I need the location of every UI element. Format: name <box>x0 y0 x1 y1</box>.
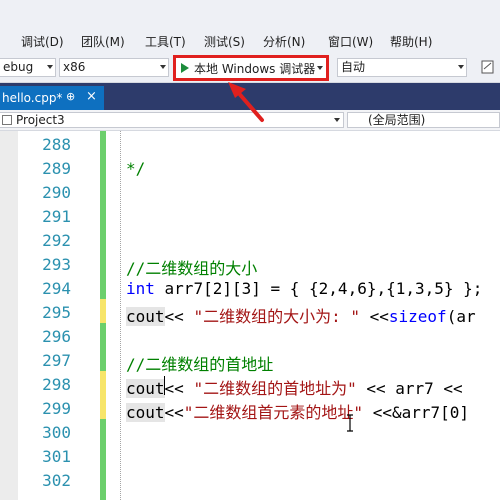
saved-change-bar <box>100 419 106 500</box>
indicator-margin <box>0 131 18 500</box>
play-icon <box>181 63 189 73</box>
platform-value: x86 <box>63 60 86 74</box>
line-number: 302 <box>42 471 71 490</box>
keyword-token: sizeof <box>388 307 447 326</box>
line-number: 298 <box>42 375 71 394</box>
cout-token: cout <box>126 403 165 422</box>
code-editor[interactable]: 288 289 290 291 292 293 294 295 296 297 … <box>0 131 500 500</box>
line-number: 301 <box>42 447 71 466</box>
code-token: arr7[2][3] = { {2,4,6},{1,3,5} }; <box>154 279 483 298</box>
operator-token: << <box>164 403 184 422</box>
comment-token: //二维数组的大小 <box>126 259 258 278</box>
code-token: (ar <box>446 307 476 326</box>
line-number: 297 <box>42 351 71 370</box>
text-cursor <box>164 376 165 395</box>
menu-analyze[interactable]: 分析(N) <box>263 33 305 50</box>
code-line: cout<<"二维数组首元素的地址" <<&arr7[0] <box>126 399 469 423</box>
code-line: */ <box>126 159 145 178</box>
project-combo[interactable]: Project3 <box>0 112 344 128</box>
project-value: Project3 <box>16 113 65 127</box>
solution-config-value: 自动 <box>341 60 366 74</box>
chevron-down-icon[interactable] <box>317 66 323 70</box>
navigation-bar: Project3 (全局范围) <box>0 110 500 131</box>
menu-team[interactable]: 团队(M) <box>81 33 125 50</box>
chevron-down-icon <box>458 65 464 69</box>
line-number: 299 <box>42 399 71 418</box>
chevron-down-icon <box>334 118 340 122</box>
chevron-down-icon <box>160 65 166 69</box>
code-line: cout<< "二维数组的大小为: " <<sizeof(ar <box>126 303 476 327</box>
code-line: //二维数组的大小 <box>126 255 257 279</box>
code-token: <<&arr7[0] <box>363 403 470 422</box>
string-token: "二维数组的首地址为" <box>193 379 357 398</box>
scope-value: (全局范围) <box>368 113 426 127</box>
menu-bar: 调试(D) 团队(M) 工具(T) 测试(S) 分析(N) 窗口(W) 帮助(H… <box>0 0 500 54</box>
project-icon <box>2 115 12 125</box>
menu-window[interactable]: 窗口(W) <box>328 33 373 50</box>
line-number: 289 <box>42 159 71 178</box>
close-icon[interactable]: × <box>86 89 97 104</box>
menu-test[interactable]: 测试(S) <box>204 33 245 50</box>
unsaved-change-bar <box>100 299 106 323</box>
code-token: << arr7 << <box>356 379 463 398</box>
line-number: 292 <box>42 231 71 250</box>
outlining-guide <box>120 131 121 500</box>
operator-token: << <box>359 307 389 326</box>
scope-combo[interactable]: (全局范围) <box>347 112 500 128</box>
operator-token: << <box>164 307 194 326</box>
pin-toolbar-icon[interactable] <box>479 57 497 77</box>
code-line: //二维数组的首地址 <box>126 351 273 375</box>
line-number: 290 <box>42 183 71 202</box>
menu-help[interactable]: 帮助(H) <box>390 33 432 50</box>
tab-label: hello.cpp* <box>2 91 63 105</box>
line-number: 294 <box>42 279 71 298</box>
start-debugger-button[interactable]: 本地 Windows 调试器 <box>173 55 329 81</box>
chevron-down-icon <box>47 65 53 69</box>
code-line: cout<< "二维数组的首地址为" << arr7 << <box>126 375 463 399</box>
cout-token: cout <box>126 307 165 326</box>
tab-hello-cpp[interactable]: hello.cpp* ⊕ × <box>0 86 104 110</box>
line-number: 293 <box>42 255 71 274</box>
line-number: 296 <box>42 327 71 346</box>
string-token: "二维数组首元素的地址" <box>183 403 364 422</box>
keyword-token: int <box>126 279 155 298</box>
configuration-combo[interactable]: ebug <box>0 58 56 77</box>
ibeam-cursor-icon <box>347 414 353 432</box>
line-number: 291 <box>42 207 71 226</box>
comment-token: //二维数组的首地址 <box>126 355 274 374</box>
menu-debug[interactable]: 调试(D) <box>21 33 64 50</box>
menu-tools[interactable]: 工具(T) <box>145 33 186 50</box>
saved-change-bar <box>100 131 106 299</box>
line-number: 295 <box>42 303 71 322</box>
configuration-value: ebug <box>3 60 34 74</box>
solution-config-combo[interactable]: 自动 <box>337 58 467 77</box>
saved-change-bar <box>100 323 106 371</box>
operator-token: << <box>164 379 194 398</box>
line-number: 288 <box>42 135 71 154</box>
string-token: "二维数组的大小为: " <box>193 307 360 326</box>
unsaved-change-bar <box>100 371 106 419</box>
cout-token: cout <box>126 379 165 398</box>
line-number: 300 <box>42 423 71 442</box>
start-debugger-label: 本地 Windows 调试器 <box>194 61 316 76</box>
platform-combo[interactable]: x86 <box>59 58 169 77</box>
code-line: int arr7[2][3] = { {2,4,6},{1,3,5} }; <box>126 279 482 298</box>
comment-token: */ <box>126 159 146 178</box>
pin-icon[interactable]: ⊕ <box>66 90 75 103</box>
